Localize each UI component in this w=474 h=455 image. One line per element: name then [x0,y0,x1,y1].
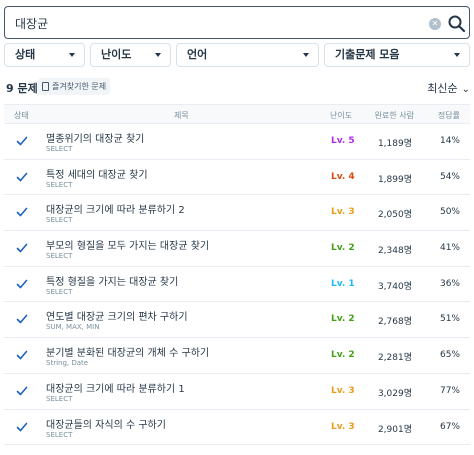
level-badge: Lv. 3 [331,421,355,432]
check-icon [16,172,28,181]
check-icon [16,136,28,146]
accuracy-rate: 54% [439,171,460,182]
bookmark-label: 즐겨찾기한 문제 [52,82,107,91]
check-icon [16,315,28,324]
problem-tag: String, Date [46,359,89,368]
table-row[interactable]: 연도별 대장균 크기의 편차 구하기 SUM, MAX, MIN Lv. 2 2,76… [4,302,470,339]
header-done: 완료한 사람 [374,111,414,120]
filter-label: 난이도 [101,48,132,61]
check-icon [16,350,28,360]
level-badge: Lv. 2 [331,314,355,325]
table-row[interactable]: 멸종위기의 대장균 찾기 SELECT Lv. 5 1,189명 14% [4,124,470,160]
chevron-down-icon [69,53,75,57]
table-body: 멸종위기의 대장균 찾기 SELECT Lv. 5 1,189명 14% 특정 세대의 대… [4,124,470,446]
accuracy-rate: 14% [439,136,460,146]
problem-tag: SELECT [46,216,73,225]
table-row[interactable]: 대장균의 크기에 따라 분류하기 1 SELECT Lv. 3 3,029명 77% [4,374,470,410]
problem-tag: SELECT [46,287,73,296]
header-status: 상태 [14,111,29,120]
result-count: 9 문제 [6,82,38,95]
header-rate: 정답률 [437,111,460,120]
accuracy-rate: 65% [439,350,460,361]
filter-bar: 상태 난이도 언어 기출문제 모음 [4,43,470,67]
check-icon [16,208,28,217]
completed-count: 1,899명 [377,174,412,185]
chevron-down-icon [303,53,309,57]
level-badge: Lv. 2 [331,350,355,361]
table-row[interactable]: 대장균들의 자식의 수 구하기 SELECT Lv. 3 2,901명 67% [4,410,470,446]
accuracy-rate: 36% [439,278,460,289]
filter-label: 기출문제 모음 [335,48,400,61]
level-badge: Lv. 2 [331,243,355,254]
header-level: 난이도 [330,111,353,120]
table-row[interactable]: 대장균의 크기에 따라 분류하기 2 SELECT Lv. 3 2,050명 50% [4,195,470,232]
completed-count: 1,189명 [377,139,412,149]
table-row[interactable]: 부모의 형질을 모두 가지는 대장균 찾기 SELECT Lv. 2 2,348명 41… [4,231,470,267]
clear-circle-icon[interactable]: ✕ [429,18,441,30]
sort-dropdown[interactable]: 최신순 ⌄ [427,80,470,96]
bookmark-icon [42,82,49,91]
chevron-down-icon: ⌄ [461,84,470,95]
problem-tag: SELECT [46,180,73,189]
completed-count: 2,768명 [377,317,412,328]
problem-tag: SUM, MAX, MIN [46,323,100,332]
problem-tag: SELECT [46,394,73,403]
filter-label: 언어 [187,48,208,61]
chevron-down-icon [155,53,161,57]
bookmark-filter-button[interactable]: 즐겨찾기한 문제 [38,78,111,95]
header-title: 제목 [174,111,189,120]
completed-count: 3,029명 [377,388,412,399]
sort-label: 최신순 [427,82,458,95]
problem-title-link[interactable]: 대장균들의 자식의 수 구하기 [46,416,166,431]
completed-count: 3,740명 [377,281,412,292]
completed-count: 2,050명 [377,210,412,221]
filter-exam-collection-dropdown[interactable]: 기출문제 모음 [324,43,470,67]
level-badge: Lv. 1 [331,278,355,289]
search-box[interactable]: ✕ [4,6,470,39]
problem-title-link[interactable]: 대장균의 크기에 따라 분류하기 2 [46,201,185,216]
accuracy-rate: 41% [439,243,460,254]
accuracy-rate: 51% [439,314,460,325]
completed-count: 2,281명 [377,353,412,364]
result-bar: 9 문제 즐겨찾기한 문제 최신순 ⌄ [4,78,470,96]
check-icon [16,422,28,431]
problem-table: 상태 제목 난이도 완료한 사람 정답률 멸종위기의 대장균 찾기 SELECT L… [4,104,470,446]
problem-title-link[interactable]: 분기별 분화된 대장균의 개체 수 구하기 [46,344,209,359]
table-row[interactable]: 분기별 분화된 대장균의 개체 수 구하기 String, Date Lv. 2 2,… [4,338,470,374]
problem-title-link[interactable]: 멸종위기의 대장균 찾기 [46,130,144,145]
problem-tag: SELECT [46,252,73,261]
table-header: 상태 제목 난이도 완료한 사람 정답률 [4,104,470,124]
chevron-down-icon [454,53,460,57]
filter-label: 상태 [15,48,36,61]
completed-count: 2,348명 [377,246,412,257]
accuracy-rate: 50% [439,207,460,218]
level-badge: Lv. 3 [331,207,355,218]
check-icon [16,243,28,253]
check-icon [16,279,28,289]
problem-title-link[interactable]: 특정 세대의 대장균 찾기 [46,166,148,181]
table-row[interactable]: 특정 세대의 대장균 찾기 SELECT Lv. 4 1,899명 54% [4,160,470,196]
filter-status-dropdown[interactable]: 상태 [4,43,85,67]
accuracy-rate: 67% [439,421,460,432]
accuracy-rate: 77% [439,385,460,396]
table-row[interactable]: 특정 형질을 가지는 대장균 찾기 SELECT Lv. 1 3,740명 36% [4,267,470,303]
level-badge: Lv. 3 [331,385,355,396]
level-badge: Lv. 5 [331,136,355,146]
check-icon [16,386,28,396]
problem-tag: SELECT [46,145,73,153]
filter-language-dropdown[interactable]: 언어 [176,43,319,67]
problem-title-link[interactable]: 특정 형질을 가지는 대장균 찾기 [46,273,178,288]
problem-tag: SELECT [46,430,73,439]
problem-title-link[interactable]: 연도별 대장균 크기의 편차 구하기 [46,308,188,323]
problem-title-link[interactable]: 대장균의 크기에 따라 분류하기 1 [46,380,185,395]
completed-count: 2,901명 [377,424,412,435]
problem-title-link[interactable]: 부모의 형질을 모두 가지는 대장균 찾기 [46,237,209,252]
search-input[interactable] [15,14,415,32]
filter-level-dropdown[interactable]: 난이도 [90,43,171,67]
level-badge: Lv. 4 [331,171,355,182]
search-icon[interactable] [447,14,467,34]
